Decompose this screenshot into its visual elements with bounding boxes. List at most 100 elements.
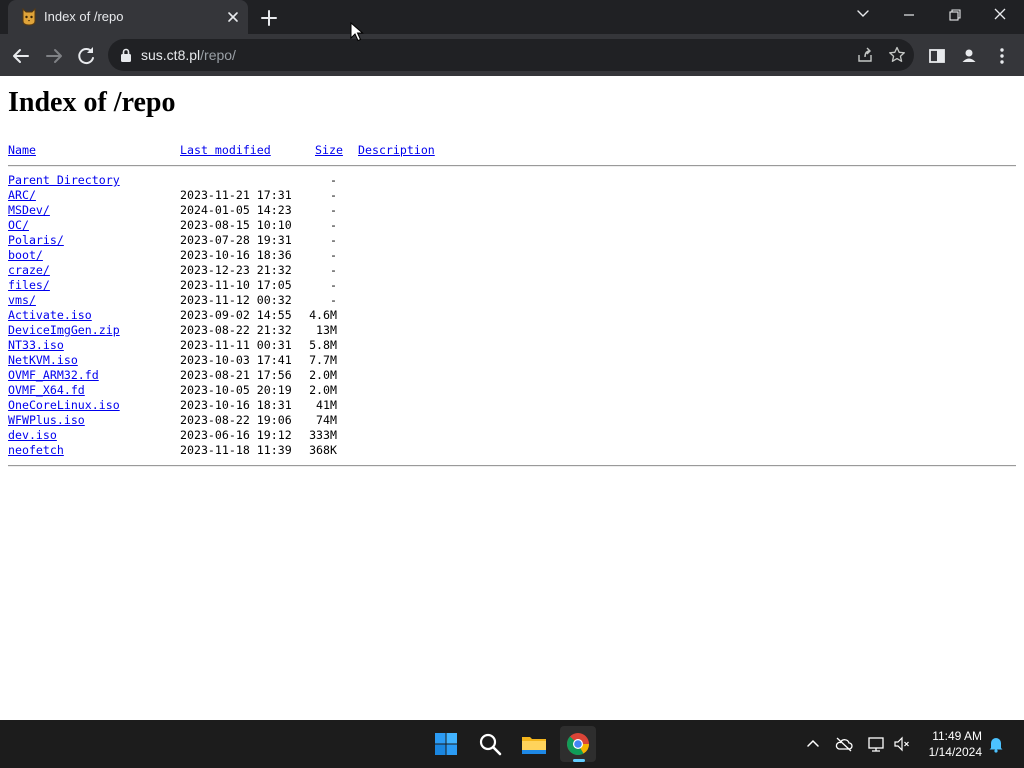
tab-search-chevron-icon[interactable] [840,0,886,30]
taskbar: 11:49 AM 1/14/2024 [0,720,1024,768]
close-tab-icon[interactable] [224,8,242,26]
browser-toolbar: sus.ct8.pl/repo/ [0,34,1024,76]
side-panel-icon[interactable] [923,42,951,70]
file-row: OC/2023-08-15 10:10 - [0,218,1024,233]
url-text[interactable]: sus.ct8.pl/repo/ [141,47,236,63]
minimize-icon[interactable] [886,0,932,30]
sort-by-name-link[interactable]: Name [8,143,36,157]
chrome-taskbar-button[interactable] [560,726,596,762]
file-size: 5.8M [309,338,337,352]
address-bar[interactable]: sus.ct8.pl/repo/ [108,39,914,71]
parent-directory-link[interactable]: Parent Directory [8,173,120,187]
lock-icon[interactable] [119,47,133,63]
last-modified: 2023-08-21 17:56 [180,368,292,382]
last-modified: 2023-10-03 17:41 [180,353,292,367]
page-title: Index of /repo [8,87,176,118]
file-explorer-icon[interactable] [516,726,552,762]
last-modified: 2023-08-22 21:32 [180,323,292,337]
notification-bell-icon[interactable] [986,734,1006,754]
last-modified: 2023-09-02 14:55 [180,308,292,322]
file-size: 368K [309,443,337,457]
profile-avatar-icon[interactable] [955,42,983,70]
onedrive-offline-icon[interactable] [834,734,854,754]
file-link[interactable]: OC/ [8,218,29,232]
back-arrow-icon[interactable] [7,42,35,70]
file-size: 2.0M [309,368,337,382]
file-link[interactable]: boot/ [8,248,43,262]
mouse-pointer-icon [350,22,364,42]
file-row: neofetch 2023-11-18 11:39 368K [0,443,1024,458]
file-size: 41M [316,398,337,412]
header-divider [8,165,1016,167]
active-app-indicator [573,759,585,762]
volume-muted-icon[interactable] [892,734,912,754]
file-link[interactable]: OVMF_X64.fd [8,383,85,397]
file-size: - [330,278,337,292]
reload-icon[interactable] [72,42,100,70]
share-icon[interactable] [855,45,875,65]
last-modified: 2023-11-18 11:39 [180,443,292,457]
file-row: MSDev/2024-01-05 14:23 - [0,203,1024,218]
clock-time: 11:49 AM [932,729,982,743]
tab-strip: Index of /repo [0,0,1024,34]
last-modified: 2023-10-16 18:36 [180,248,292,262]
last-modified: 2023-08-22 19:06 [180,413,292,427]
file-link[interactable]: OneCoreLinux.iso [8,398,120,412]
file-link[interactable]: ARC/ [8,188,36,202]
file-size: 4.6M [309,308,337,322]
parent-directory-row: Parent Directory - [0,173,1024,188]
file-row: WFWPlus.iso 2023-08-22 19:06 74M [0,413,1024,428]
file-size: - [330,263,337,277]
file-link[interactable]: neofetch [8,443,64,457]
file-link[interactable]: craze/ [8,263,50,277]
file-link[interactable]: DeviceImgGen.zip [8,323,120,337]
file-size: 13M [316,323,337,337]
restore-icon[interactable] [932,0,978,30]
file-link[interactable]: Polaris/ [8,233,64,247]
file-link[interactable]: MSDev/ [8,203,50,217]
file-link[interactable]: NT33.iso [8,338,64,352]
file-link[interactable]: WFWPlus.iso [8,413,85,427]
system-clock[interactable]: 11:49 AM 1/14/2024 [918,728,982,760]
file-row: vms/2023-11-12 00:32 - [0,293,1024,308]
last-modified: 2023-11-10 17:05 [180,278,292,292]
last-modified: 2023-10-05 20:19 [180,383,292,397]
windows-start-icon[interactable] [428,726,464,762]
file-row: NetKVM.iso 2023-10-03 17:41 7.7M [0,353,1024,368]
forward-arrow-icon[interactable] [40,42,68,70]
search-icon[interactable] [472,726,508,762]
file-row: Activate.iso 2023-09-02 14:55 4.6M [0,308,1024,323]
last-modified: 2023-11-11 00:31 [180,338,292,352]
file-size: - [330,218,337,232]
new-tab-icon[interactable] [258,7,280,29]
last-modified: 2023-11-21 17:31 [180,188,292,202]
file-row: ARC/2023-11-21 17:31 - [0,188,1024,203]
file-size: - [330,293,337,307]
last-modified: 2023-07-28 19:31 [180,233,292,247]
file-link[interactable]: NetKVM.iso [8,353,78,367]
file-size: 74M [316,413,337,427]
file-row: OneCoreLinux.iso 2023-10-16 18:31 41M [0,398,1024,413]
network-icon[interactable] [866,734,886,754]
file-link[interactable]: files/ [8,278,50,292]
file-size: - [330,188,337,202]
file-size: 7.7M [309,353,337,367]
file-link[interactable]: vms/ [8,293,36,307]
close-window-icon[interactable] [978,0,1024,30]
sort-by-last-modified-link[interactable]: Last modified [180,143,271,157]
more-menu-icon[interactable] [988,42,1016,70]
sort-by-size-link[interactable]: Size [315,143,343,157]
file-row: NT33.iso 2023-11-11 00:31 5.8M [0,338,1024,353]
file-link[interactable]: OVMF_ARM32.fd [8,368,99,382]
file-size: - [330,233,337,247]
parent-size: - [330,173,337,187]
tab-index-of-repo[interactable]: Index of /repo [8,0,248,34]
file-link[interactable]: dev.iso [8,428,57,442]
file-link[interactable]: Activate.iso [8,308,92,322]
file-row: dev.iso 2023-06-16 19:12 333M [0,428,1024,443]
sort-by-description-link[interactable]: Description [358,143,435,157]
last-modified: 2023-06-16 19:12 [180,428,292,442]
last-modified: 2023-11-12 00:32 [180,293,292,307]
bookmark-star-icon[interactable] [887,45,907,65]
show-hidden-icons-chevron-icon[interactable] [803,734,823,754]
